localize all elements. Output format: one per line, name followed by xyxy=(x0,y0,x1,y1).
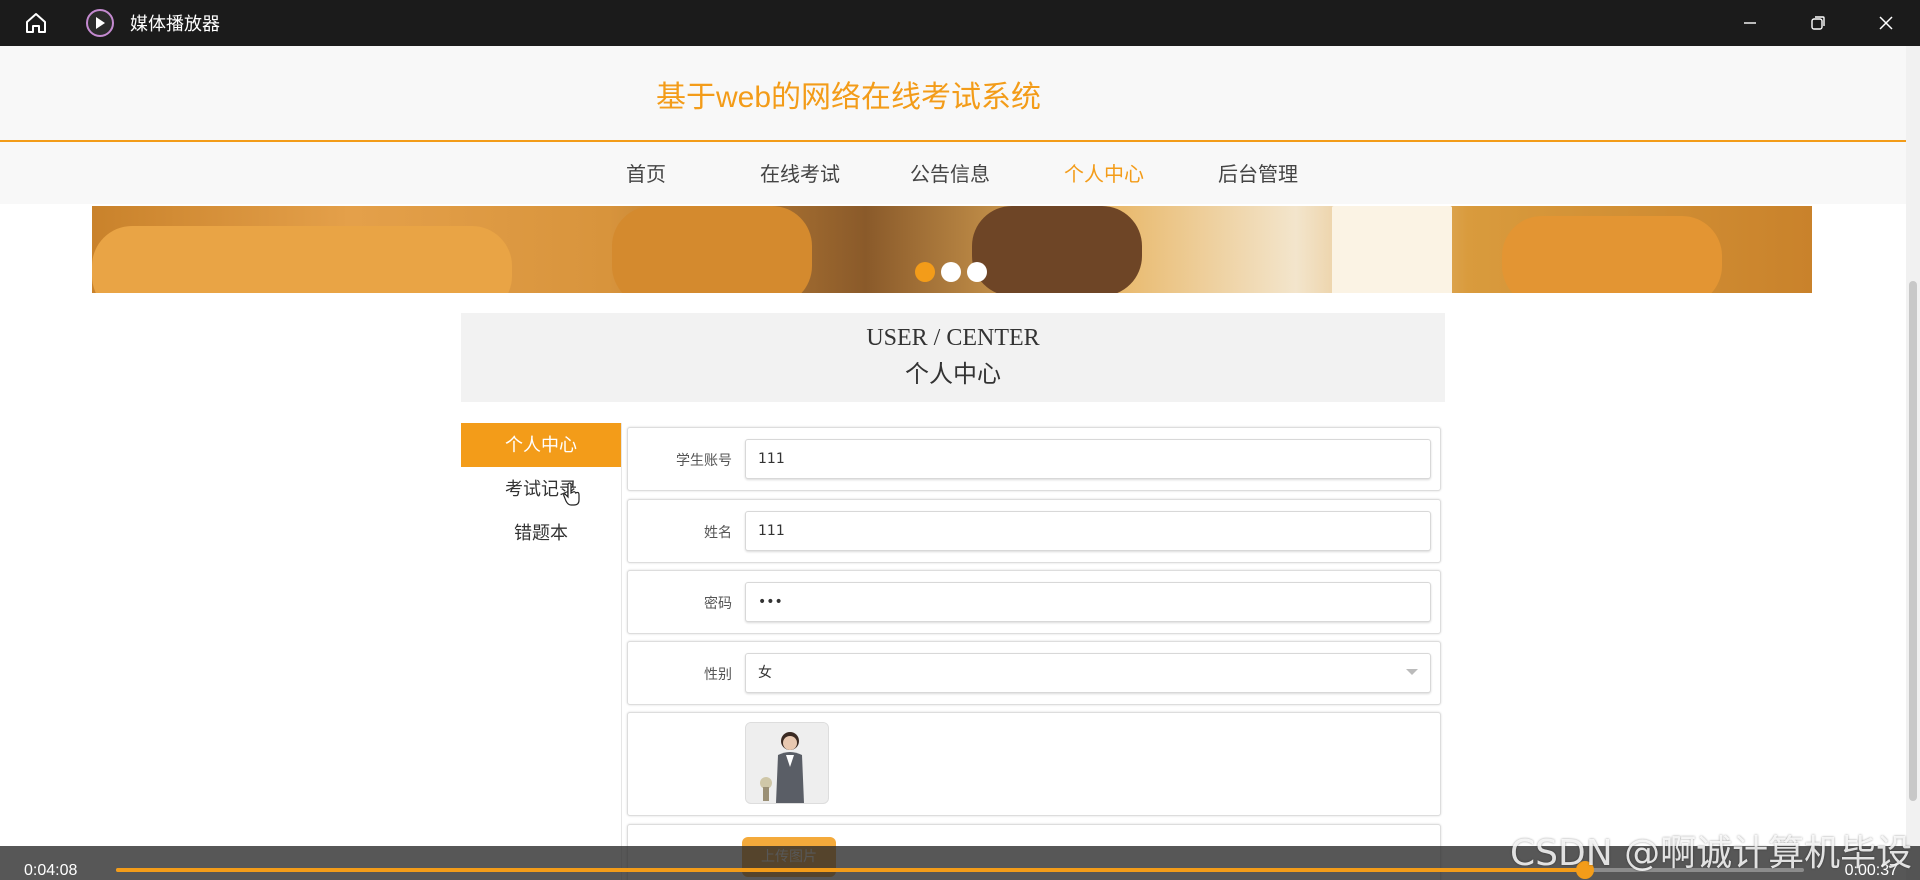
sidebar-item-wrong-answers[interactable]: 错题本 xyxy=(461,511,621,555)
sidebar-item-exam-records[interactable]: 考试记录 xyxy=(461,467,621,511)
site-title: 基于web的网络在线考试系统 xyxy=(656,81,1042,114)
nav-admin[interactable]: 后台管理 xyxy=(1218,158,1298,187)
avatar[interactable] xyxy=(745,722,829,804)
nav-online-exam[interactable]: 在线考试 xyxy=(760,158,840,187)
form-row-photo xyxy=(627,712,1441,816)
carousel-dot[interactable] xyxy=(967,262,987,282)
nav-announcements[interactable]: 公告信息 xyxy=(910,158,990,187)
home-icon[interactable] xyxy=(18,5,54,41)
form-row-gender: 性别 女 xyxy=(627,641,1441,705)
media-player-icon xyxy=(86,9,114,37)
gender-value: 女 xyxy=(758,665,772,681)
nav-home[interactable]: 首页 xyxy=(626,158,666,187)
sidebar: 个人中心 考试记录 错题本 xyxy=(461,423,621,880)
field-label: 性别 xyxy=(704,667,732,683)
field-label: 姓名 xyxy=(704,525,732,541)
restore-icon[interactable] xyxy=(1784,0,1852,46)
form-row-account: 学生账号 111 xyxy=(627,427,1441,491)
chevron-down-icon xyxy=(1406,669,1418,675)
field-label: 学生账号 xyxy=(676,453,732,469)
csdn-watermark: CSDN @啊诚计算机毕设 xyxy=(1510,833,1913,874)
hand-cursor-icon xyxy=(563,482,581,510)
carousel-dots xyxy=(915,262,987,282)
elapsed-time: 0:04:08 xyxy=(24,862,78,879)
close-icon[interactable] xyxy=(1852,0,1920,46)
page-scrollbar[interactable] xyxy=(1906,46,1920,880)
site-header: 基于web的网络在线考试系统 xyxy=(0,46,1906,142)
main-nav: 首页 在线考试 公告信息 个人中心 后台管理 xyxy=(0,142,1906,204)
user-center-heading: USER / CENTER 个人中心 xyxy=(461,313,1445,402)
form-row-name: 姓名 111 xyxy=(627,499,1441,563)
name-input[interactable]: 111 xyxy=(745,511,1431,551)
gender-select[interactable]: 女 xyxy=(745,653,1431,693)
seek-bar-progress xyxy=(116,868,1585,872)
heading-en: USER / CENTER xyxy=(866,325,1040,351)
carousel-dot[interactable] xyxy=(915,262,935,282)
field-label: 密码 xyxy=(704,596,732,612)
minimize-icon[interactable] xyxy=(1716,0,1784,46)
password-input[interactable]: ••• xyxy=(745,582,1431,622)
window-titlebar: 媒体播放器 xyxy=(0,0,1920,46)
profile-form: 学生账号 111 姓名 111 密码 ••• 性别 女 xyxy=(621,423,1443,880)
account-input[interactable]: 111 xyxy=(745,439,1431,479)
sidebar-item-user-center[interactable]: 个人中心 xyxy=(461,423,621,467)
app-title: 媒体播放器 xyxy=(130,14,220,35)
scrollbar-thumb[interactable] xyxy=(1909,281,1917,801)
nav-user-center[interactable]: 个人中心 xyxy=(1064,158,1144,187)
form-row-password: 密码 ••• xyxy=(627,570,1441,634)
carousel-dot[interactable] xyxy=(941,262,961,282)
heading-cn: 个人中心 xyxy=(905,362,1001,388)
